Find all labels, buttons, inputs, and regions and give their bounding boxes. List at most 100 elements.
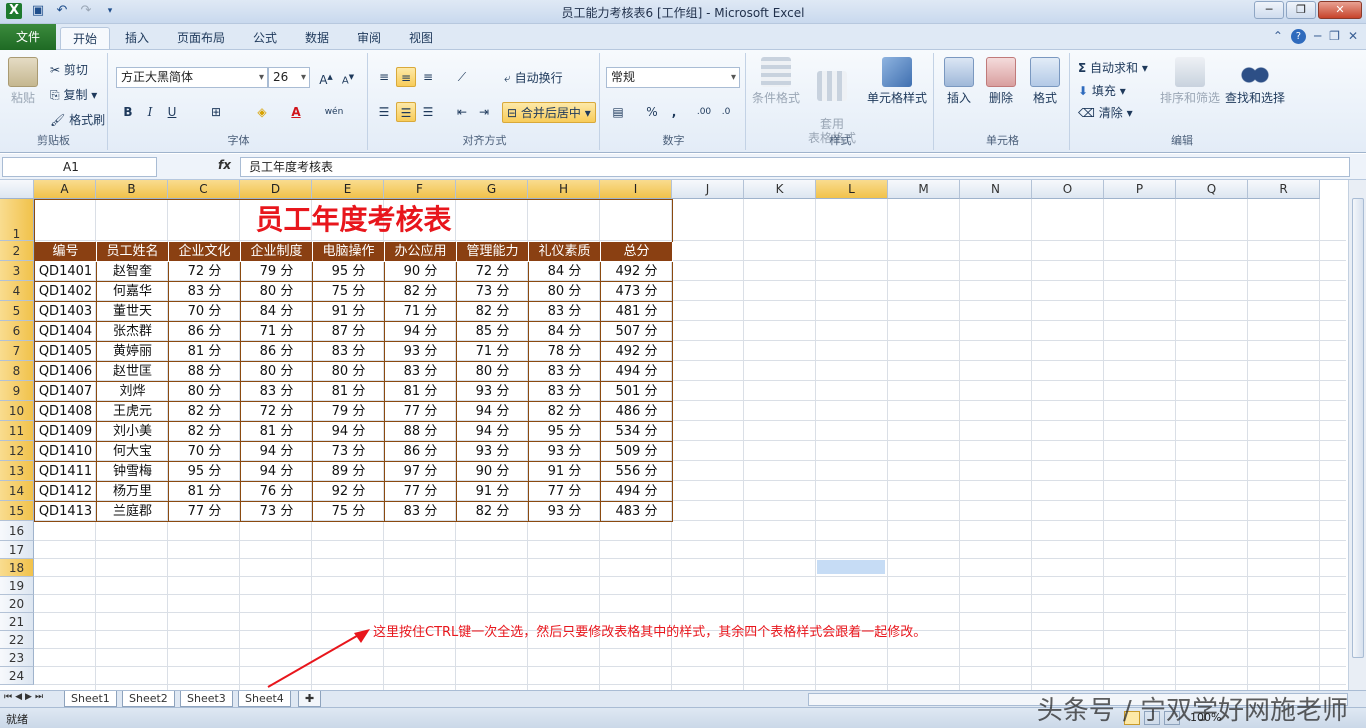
align-middle-icon[interactable]: ≡ <box>396 67 416 87</box>
column-header-K[interactable]: K <box>744 180 816 199</box>
table-cell[interactable]: 73 分 <box>457 282 529 302</box>
table-cell[interactable]: 83 分 <box>385 502 457 522</box>
row-header-2[interactable]: 2 <box>0 241 34 261</box>
font-color-icon[interactable]: A <box>286 102 306 122</box>
align-right-icon[interactable]: ☰ <box>418 102 438 122</box>
insert-cells-button[interactable]: 插入 <box>938 57 980 106</box>
wrap-text-button[interactable]: ⤶ 自动换行 <box>504 69 563 86</box>
table-cell[interactable]: 71 分 <box>241 322 313 342</box>
column-header-H[interactable]: H <box>528 180 600 199</box>
table-cell[interactable]: 董世天 <box>97 302 169 322</box>
clear-button[interactable]: ⌫ 清除 ▾ <box>1078 104 1133 121</box>
row-header-21[interactable]: 21 <box>0 613 34 631</box>
table-cell[interactable]: 94 分 <box>313 422 385 442</box>
autosum-button[interactable]: Σ 自动求和 ▾ <box>1078 59 1148 76</box>
table-cell[interactable]: 80 分 <box>241 282 313 302</box>
table-cell[interactable]: 95 分 <box>169 462 241 482</box>
row-header-3[interactable]: 3 <box>0 261 34 281</box>
column-header-J[interactable]: J <box>672 180 744 199</box>
cell-styles-button[interactable]: 单元格样式 <box>862 57 932 106</box>
table-cell[interactable]: 534 分 <box>601 422 673 442</box>
decrease-indent-icon[interactable]: ⇤ <box>452 102 472 122</box>
accounting-format-icon[interactable]: ▤ <box>608 102 628 122</box>
table-cell[interactable]: 刘小美 <box>97 422 169 442</box>
table-cell[interactable]: 84 分 <box>241 302 313 322</box>
column-header-P[interactable]: P <box>1104 180 1176 199</box>
table-cell[interactable]: 79 分 <box>313 402 385 422</box>
row-header-16[interactable]: 16 <box>0 521 34 541</box>
table-cell[interactable]: 88 分 <box>169 362 241 382</box>
table-cell[interactable]: QD1413 <box>35 502 97 522</box>
table-cell[interactable]: 83 分 <box>529 382 601 402</box>
table-header-cell[interactable]: 企业制度 <box>241 242 313 262</box>
column-header-L[interactable]: L <box>816 180 888 199</box>
table-cell[interactable]: 93 分 <box>529 442 601 462</box>
worksheet-grid[interactable]: A B C D E F G H I J K L M N O P Q R 1 2 3 4 5 6 7 8 9 10 11 12 13 14 15 1… <box>0 180 1366 690</box>
increase-indent-icon[interactable]: ⇥ <box>474 102 494 122</box>
table-cell[interactable]: QD1406 <box>35 362 97 382</box>
insert-function-icon[interactable]: fx <box>218 158 231 172</box>
row-header-15[interactable]: 15 <box>0 501 34 521</box>
paste-button[interactable]: 粘贴 <box>6 57 40 106</box>
table-cell[interactable]: 77 分 <box>385 402 457 422</box>
tab-page-layout[interactable]: 页面布局 <box>168 27 234 49</box>
column-header-Q[interactable]: Q <box>1176 180 1248 199</box>
table-cell[interactable]: 83 分 <box>385 362 457 382</box>
tab-view[interactable]: 视图 <box>399 27 443 49</box>
table-cell[interactable]: 556 分 <box>601 462 673 482</box>
table-cell[interactable]: 494 分 <box>601 482 673 502</box>
table-cell[interactable]: 83 分 <box>529 362 601 382</box>
row-header-6[interactable]: 6 <box>0 321 34 341</box>
table-cell[interactable]: 97 分 <box>385 462 457 482</box>
row-header-9[interactable]: 9 <box>0 381 34 401</box>
format-cells-button[interactable]: 格式 <box>1024 57 1066 106</box>
font-size-select[interactable]: 26 <box>268 67 310 88</box>
tab-insert[interactable]: 插入 <box>114 27 160 49</box>
table-cell[interactable]: 70 分 <box>169 442 241 462</box>
table-cell[interactable]: 89 分 <box>313 462 385 482</box>
table-cell[interactable]: 501 分 <box>601 382 673 402</box>
table-cell[interactable]: 黄婷丽 <box>97 342 169 362</box>
table-cell[interactable]: 481 分 <box>601 302 673 322</box>
tab-formulas[interactable]: 公式 <box>243 27 287 49</box>
name-box[interactable]: A1 <box>2 157 157 177</box>
column-header-O[interactable]: O <box>1032 180 1104 199</box>
table-header-cell[interactable]: 办公应用 <box>385 242 457 262</box>
row-header-17[interactable]: 17 <box>0 541 34 559</box>
table-cell[interactable]: 80 分 <box>241 362 313 382</box>
table-cell[interactable]: 79 分 <box>241 262 313 282</box>
table-cell[interactable]: 86 分 <box>169 322 241 342</box>
column-header-N[interactable]: N <box>960 180 1032 199</box>
table-cell[interactable]: 473 分 <box>601 282 673 302</box>
table-cell[interactable]: 83 分 <box>169 282 241 302</box>
fill-button[interactable]: ⬇ 填充 ▾ <box>1078 82 1126 99</box>
row-header-19[interactable]: 19 <box>0 577 34 595</box>
table-header-cell[interactable]: 员工姓名 <box>97 242 169 262</box>
table-cell[interactable]: 91 分 <box>529 462 601 482</box>
row-header-1[interactable]: 1 <box>0 199 34 241</box>
workbook-minimize-icon[interactable]: ─ <box>1314 29 1321 44</box>
sheet-tab-3[interactable]: Sheet3 <box>180 691 233 707</box>
grow-font-button[interactable]: A▲ <box>316 67 336 87</box>
row-header-7[interactable]: 7 <box>0 341 34 361</box>
table-cell[interactable]: QD1411 <box>35 462 97 482</box>
table-cell[interactable]: 95 分 <box>529 422 601 442</box>
table-cell[interactable]: 82 分 <box>169 422 241 442</box>
table-cell[interactable]: 77 分 <box>385 482 457 502</box>
table-cell[interactable]: 492 分 <box>601 342 673 362</box>
table-cell[interactable]: 兰庭郡 <box>97 502 169 522</box>
table-cell[interactable]: 71 分 <box>385 302 457 322</box>
find-select-button[interactable]: 查找和选择 <box>1222 57 1288 106</box>
table-cell[interactable]: 86 分 <box>385 442 457 462</box>
align-left-icon[interactable]: ☰ <box>374 102 394 122</box>
italic-button[interactable]: I <box>140 102 160 122</box>
decrease-decimal-icon[interactable]: .0 <box>716 102 736 122</box>
table-cell[interactable]: 王虎元 <box>97 402 169 422</box>
phonetic-icon[interactable]: wén <box>324 102 344 122</box>
table-cell[interactable]: 82 分 <box>169 402 241 422</box>
increase-decimal-icon[interactable]: .00 <box>694 102 714 122</box>
table-cell[interactable]: 95 分 <box>313 262 385 282</box>
tab-home[interactable]: 开始 <box>60 27 110 49</box>
table-cell[interactable]: 81 分 <box>241 422 313 442</box>
table-cell[interactable]: 73 分 <box>313 442 385 462</box>
